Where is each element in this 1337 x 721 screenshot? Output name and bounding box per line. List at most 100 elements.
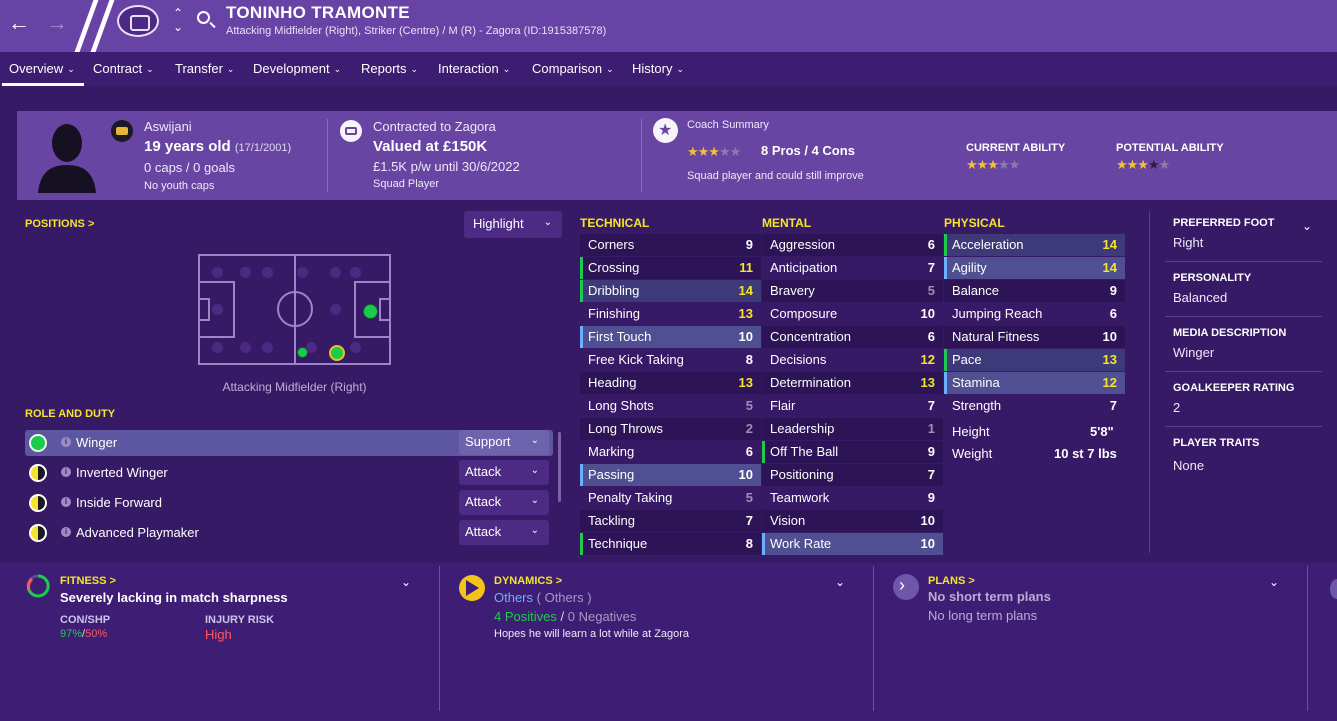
attribute-row-leadership[interactable]: Leadership 1: [762, 418, 943, 440]
attribute-row-crossing[interactable]: Crossing 11: [580, 257, 761, 279]
attribute-name: Heading: [588, 375, 637, 390]
attribute-value: 14: [1102, 260, 1117, 275]
info-separator: [1165, 316, 1322, 317]
role-row-inverted-winger[interactable]: i Inverted Winger Attack ⌄: [25, 460, 553, 486]
short-term-plans: No short term plans: [928, 589, 1051, 604]
player-wage: £1.5K p/w until 30/6/2022: [373, 159, 520, 174]
star-badge-icon: ★: [653, 118, 678, 143]
bottom-panel: [0, 563, 1337, 721]
duty-dropdown[interactable]: Attack ⌄: [459, 520, 549, 545]
plans-header[interactable]: PLANS >: [928, 575, 975, 587]
duty-dropdown[interactable]: Attack ⌄: [459, 490, 549, 515]
role-row-inside-forward[interactable]: i Inside Forward Attack ⌄: [25, 490, 553, 516]
contracted-to[interactable]: Contracted to Zagora: [373, 119, 496, 134]
info-icon[interactable]: i: [61, 497, 71, 507]
chevron-down-icon[interactable]: ⌄: [401, 575, 411, 589]
dynamics-header[interactable]: DYNAMICS >: [494, 575, 562, 587]
height-value: 5'8": [1090, 424, 1114, 439]
attribute-row-off-the-ball[interactable]: Off The Ball 9: [762, 441, 943, 463]
roles-scrollbar[interactable]: [558, 432, 561, 502]
tab-contract[interactable]: Contract ⌄: [93, 61, 154, 76]
attribute-row-jumping-reach[interactable]: Jumping Reach 6: [944, 303, 1125, 325]
tab-transfer[interactable]: Transfer ⌄: [175, 61, 234, 76]
attribute-row-acceleration[interactable]: Acceleration 14: [944, 234, 1125, 256]
attribute-row-dribbling[interactable]: Dribbling 14: [580, 280, 761, 302]
role-row-advanced-playmaker[interactable]: i Advanced Playmaker Attack ⌄: [25, 520, 553, 546]
pros-cons[interactable]: 8 Pros / 4 Cons: [761, 143, 855, 158]
info-icon[interactable]: i: [61, 467, 71, 477]
attribute-row-anticipation[interactable]: Anticipation 7: [762, 257, 943, 279]
attribute-row-passing[interactable]: Passing 10: [580, 464, 761, 486]
nation-flag-icon[interactable]: [111, 120, 133, 142]
tab-interaction[interactable]: Interaction ⌄: [438, 61, 510, 76]
search-icon[interactable]: [197, 11, 210, 24]
attribute-row-agility[interactable]: Agility 14: [944, 257, 1125, 279]
club-badge-icon[interactable]: [117, 5, 159, 37]
attribute-row-marking[interactable]: Marking 6: [580, 441, 761, 463]
attribute-row-stamina[interactable]: Stamina 12: [944, 372, 1125, 394]
attribute-row-finishing[interactable]: Finishing 13: [580, 303, 761, 325]
tab-comparison[interactable]: Comparison ⌄: [532, 61, 614, 76]
attribute-row-teamwork[interactable]: Teamwork 9: [762, 487, 943, 509]
attribute-row-composure[interactable]: Composure 10: [762, 303, 943, 325]
highlight-dropdown[interactable]: Highlight ⌄: [464, 211, 562, 238]
nation-name[interactable]: Aswijani: [144, 119, 192, 134]
attribute-row-aggression[interactable]: Aggression 6: [762, 234, 943, 256]
chevron-up-down-icon[interactable]: ⌃ ⌄: [173, 6, 183, 34]
goalkeeper-rating-label: GOALKEEPER RATING: [1173, 382, 1295, 394]
attribute-row-positioning[interactable]: Positioning 7: [762, 464, 943, 486]
attribute-row-corners[interactable]: Corners 9: [580, 234, 761, 256]
weight-value: 10 st 7 lbs: [1054, 446, 1117, 461]
attribute-row-vision[interactable]: Vision 10: [762, 510, 943, 532]
forward-arrow-icon[interactable]: →: [46, 10, 68, 36]
fitness-header[interactable]: FITNESS >: [60, 575, 116, 587]
attribute-row-penalty-taking[interactable]: Penalty Taking 5: [580, 487, 761, 509]
attribute-row-first-touch[interactable]: First Touch 10: [580, 326, 761, 348]
attribute-row-determination[interactable]: Determination 13: [762, 372, 943, 394]
attribute-row-decisions[interactable]: Decisions 12: [762, 349, 943, 371]
chevron-down-icon: ⌄: [530, 495, 539, 506]
chevron-down-icon[interactable]: ⌄: [1269, 575, 1279, 589]
attribute-row-heading[interactable]: Heading 13: [580, 372, 761, 394]
attribute-value: 2: [745, 421, 753, 436]
attribute-name: Aggression: [770, 237, 836, 252]
tab-reports[interactable]: Reports ⌄: [361, 61, 418, 76]
info-icon[interactable]: i: [61, 527, 71, 537]
chevron-down-icon[interactable]: ⌄: [1302, 219, 1312, 233]
position-dot: [330, 304, 341, 315]
role-row-winger[interactable]: i Winger Support ⌄: [25, 430, 553, 456]
back-arrow-icon[interactable]: ←: [8, 10, 30, 36]
attribute-row-flair[interactable]: Flair 7: [762, 395, 943, 417]
club-icon[interactable]: [340, 120, 362, 142]
attribute-row-strength[interactable]: Strength 7: [944, 395, 1125, 417]
role-name: Inverted Winger: [76, 465, 168, 480]
attribute-row-free-kick-taking[interactable]: Free Kick Taking 8: [580, 349, 761, 371]
attribute-row-long-throws[interactable]: Long Throws 2: [580, 418, 761, 440]
duty-dropdown[interactable]: Attack ⌄: [459, 460, 549, 485]
tab-bar: Overview ⌄ Contract ⌄ Transfer ⌄ Developmen…: [0, 52, 1337, 86]
chevron-down-icon[interactable]: ⌄: [835, 575, 845, 589]
info-icon[interactable]: i: [61, 437, 71, 447]
tab-development[interactable]: Development ⌄: [253, 61, 341, 76]
tab-overview[interactable]: Overview ⌄: [9, 61, 75, 76]
tab-history[interactable]: History ⌄: [632, 61, 684, 76]
duty-dropdown[interactable]: Support ⌄: [459, 430, 549, 455]
attribute-row-concentration[interactable]: Concentration 6: [762, 326, 943, 348]
active-tab-indicator: [2, 83, 84, 86]
attribute-row-natural-fitness[interactable]: Natural Fitness 10: [944, 326, 1125, 348]
attribute-row-long-shots[interactable]: Long Shots 5: [580, 395, 761, 417]
attribute-row-technique[interactable]: Technique 8: [580, 533, 761, 555]
role-duty-header: ROLE AND DUTY: [25, 408, 116, 420]
attribute-row-balance[interactable]: Balance 9: [944, 280, 1125, 302]
attribute-name: Acceleration: [952, 237, 1024, 252]
next-panel-icon[interactable]: [1330, 579, 1337, 599]
attribute-row-tackling[interactable]: Tackling 7: [580, 510, 761, 532]
chevron-down-icon: ⌄: [606, 64, 614, 74]
positions-header[interactable]: POSITIONS >: [25, 218, 94, 230]
attribute-row-work-rate[interactable]: Work Rate 10: [762, 533, 943, 555]
social-group[interactable]: Others ( Others ): [494, 590, 592, 605]
attribute-row-bravery[interactable]: Bravery 5: [762, 280, 943, 302]
position-dot: [350, 342, 361, 353]
attribute-row-pace[interactable]: Pace 13: [944, 349, 1125, 371]
attribute-value: 5: [745, 398, 753, 413]
